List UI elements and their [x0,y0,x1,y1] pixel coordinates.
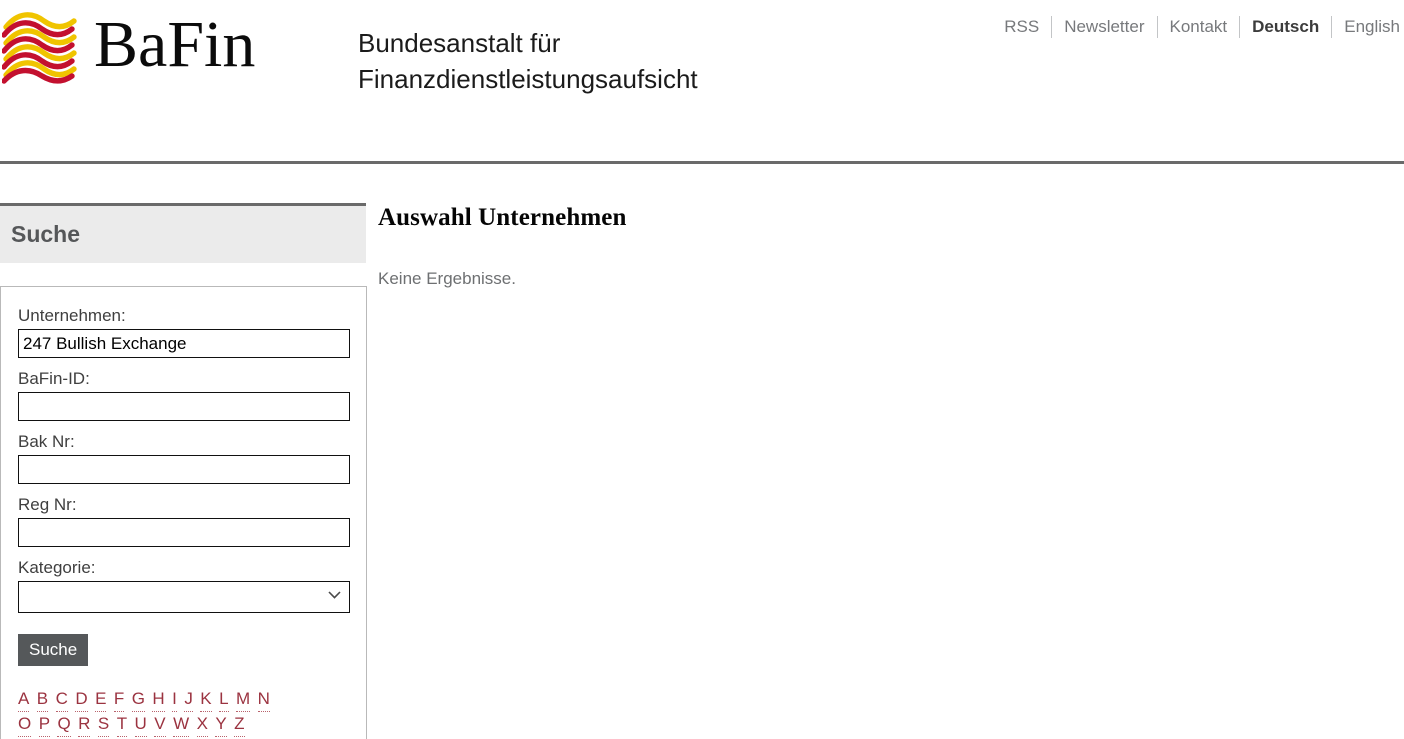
topnav-item-rss[interactable]: RSS [992,16,1051,38]
alpha-link-x[interactable]: X [196,712,208,737]
alpha-link-s[interactable]: S [97,712,110,737]
bafin-wordmark: BaFin [94,8,256,81]
reg-nr-input[interactable] [18,518,350,547]
search-submit-button[interactable]: Suche [18,634,89,666]
alphabet-row-1: A B C D E F G H I J K L M N [18,687,354,712]
brand-subtitle: Bundesanstalt für Finanzdienstleistungsa… [358,28,698,94]
alpha-link-z[interactable]: Z [234,712,245,737]
sidebar-panel-header: Suche [0,206,366,263]
site-header: BaFin Bundesanstalt für Finanzdienstleis… [0,0,1404,164]
alphabet-filter-links: A B C D E F G H I J K L M N O P Q R S T … [18,687,354,739]
brand-logo[interactable]: BaFin [0,8,255,86]
topnav-item-newsletter[interactable]: Newsletter [1052,16,1156,38]
alpha-link-w[interactable]: W [173,712,190,737]
alpha-link-o[interactable]: O [18,712,32,737]
alpha-link-l[interactable]: L [219,687,229,712]
page-title: Auswahl Unternehmen [378,204,627,231]
label-kategorie: Kategorie: [18,558,96,577]
bak-nr-input[interactable] [18,455,350,484]
no-results-message: Keine Ergebnisse. [378,269,516,288]
alpha-link-r[interactable]: R [78,712,91,737]
alpha-link-b[interactable]: B [36,687,49,712]
unternehmen-input[interactable] [18,329,350,358]
alpha-link-t[interactable]: T [116,712,128,737]
topnav-item-kontakt[interactable]: Kontakt [1158,16,1240,38]
bafin-wave-icon [2,12,77,84]
sidebar-panel-title: Suche [11,221,81,247]
alpha-link-p[interactable]: P [38,712,51,737]
alpha-link-v[interactable]: V [154,712,166,737]
kategorie-select-wrapper [18,581,350,613]
alpha-link-n[interactable]: N [257,687,270,712]
topnav-item-deutsch[interactable]: Deutsch [1240,16,1331,38]
alpha-link-a[interactable]: A [18,687,30,712]
label-unternehmen: Unternehmen: [18,306,126,325]
alpha-link-d[interactable]: D [75,687,88,712]
kategorie-select[interactable] [18,581,350,613]
alpha-link-y[interactable]: Y [215,712,227,737]
alpha-link-k[interactable]: K [200,687,212,712]
alpha-link-u[interactable]: U [134,712,147,737]
alphabet-row-2: O P Q R S T U V W X Y Z [18,712,354,737]
company-search-form: Unternehmen: BaFin-ID: Bak Nr: Reg Nr: K… [0,286,367,739]
top-utility-nav: RSS Newsletter Kontakt Deutsch English [992,16,1400,38]
alpha-link-q[interactable]: Q [57,712,71,737]
alpha-link-m[interactable]: M [235,687,251,712]
label-bak-nr: Bak Nr: [18,432,75,451]
search-sidebar: Suche Unternehmen: BaFin-ID: Bak Nr: Reg… [0,203,367,739]
alpha-link-h[interactable]: H [152,687,165,712]
alpha-link-g[interactable]: G [131,687,145,712]
label-bafin-id: BaFin-ID: [18,369,90,388]
topnav-item-english[interactable]: English [1332,16,1400,38]
alpha-link-i[interactable]: I [172,687,177,712]
main-content: Auswahl Unternehmen Keine Ergebnisse. [378,203,1388,290]
alpha-link-j[interactable]: J [184,687,193,712]
bafin-id-input[interactable] [18,392,350,421]
label-reg-nr: Reg Nr: [18,495,77,514]
header-divider [0,161,1404,164]
alpha-link-f[interactable]: F [113,687,125,712]
alpha-link-c[interactable]: C [55,687,68,712]
alpha-link-e[interactable]: E [95,687,107,712]
